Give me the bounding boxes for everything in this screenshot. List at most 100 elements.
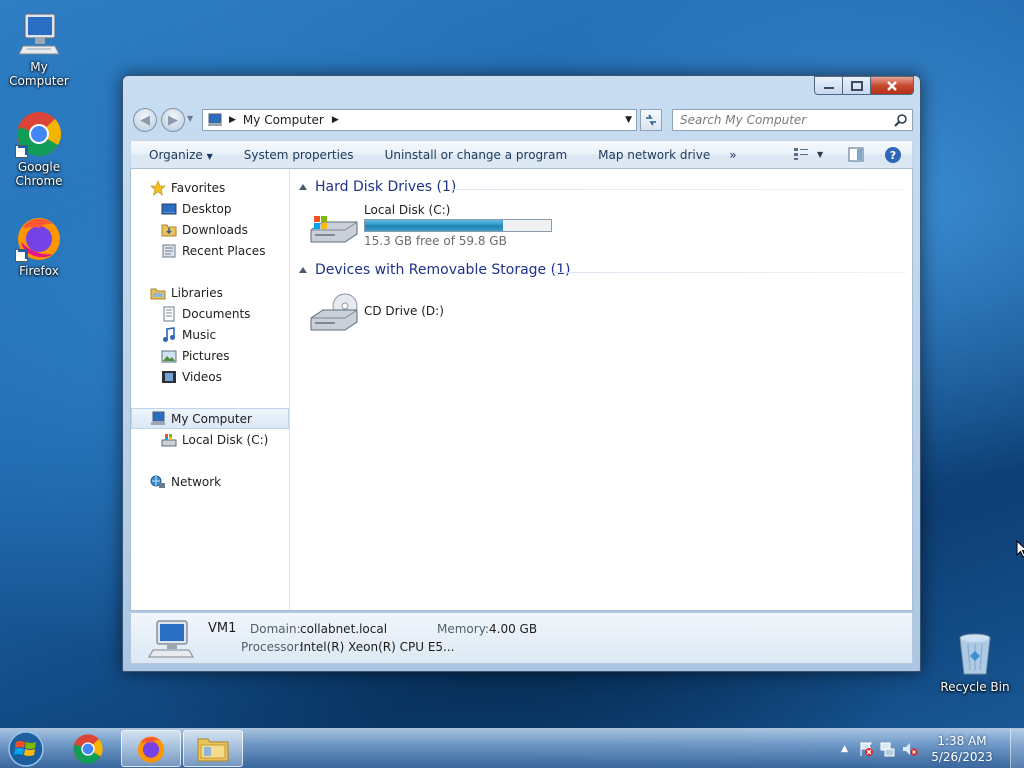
desktop-icon-label: My Computer (9, 60, 69, 88)
shortcut-arrow-icon (15, 249, 28, 262)
nav-desktop-label: Desktop (182, 201, 232, 216)
hard-drive-icon (161, 433, 177, 446)
windows-logo-icon (8, 731, 44, 767)
clock[interactable]: 1:38 AM 5/26/2023 (930, 733, 994, 765)
videos-icon (162, 370, 176, 383)
group-divider (553, 272, 906, 273)
back-button[interactable]: ◀ (133, 108, 157, 132)
breadcrumb-separator-icon[interactable]: ▶ (229, 115, 236, 125)
star-icon (150, 179, 166, 196)
forward-arrow-icon: ▶ (168, 112, 178, 128)
search-input[interactable]: Search My Computer (672, 109, 913, 131)
desktop-icon-label: Firefox (19, 264, 59, 278)
organize-button[interactable]: Organize ▼ (131, 148, 226, 162)
drive-cd-d[interactable]: CD Drive (D:) (309, 290, 444, 336)
nav-recent-places[interactable]: Recent Places (131, 240, 289, 261)
recent-places-icon (162, 244, 176, 257)
recent-pages-dropdown-icon[interactable]: ▼ (187, 114, 193, 123)
computer-icon (208, 113, 222, 126)
action-center-icon[interactable] (858, 741, 874, 757)
preview-pane-button[interactable] (848, 147, 864, 165)
drive-local-disk-c[interactable]: Local Disk (C:) 15.3 GB free of 59.8 GB (309, 203, 552, 248)
address-bar[interactable]: ▶ My Computer ▶ ▼ (202, 109, 637, 131)
chevron-down-icon: ▼ (206, 151, 213, 161)
navigation-pane: Favorites Desktop Downloads Recent Place… (131, 169, 290, 610)
view-details-icon (794, 148, 808, 160)
nav-pictures[interactable]: Pictures (131, 345, 289, 366)
desktop-icon-recycle-bin[interactable]: Recycle Bin (935, 630, 1015, 694)
taskbar-firefox[interactable] (121, 730, 181, 767)
processor-label: Processor: (241, 640, 303, 654)
address-dropdown-icon[interactable]: ▼ (625, 115, 632, 125)
nav-music[interactable]: Music (131, 324, 289, 345)
memory-label: Memory: (437, 622, 489, 636)
desktop-icon-my-computer[interactable]: My Computer (0, 10, 79, 88)
nav-libraries[interactable]: Libraries (131, 282, 289, 303)
minimize-icon (823, 86, 834, 89)
group-title: Devices with Removable Storage (1) (315, 262, 571, 278)
group-title: Hard Disk Drives (1) (315, 179, 457, 195)
address-row: ◀ ▶ ▼ ▶ My Computer ▶ ▼ Search My Comput… (131, 107, 913, 133)
start-button[interactable] (4, 731, 48, 767)
nav-desktop[interactable]: Desktop (131, 198, 289, 219)
nav-videos[interactable]: Videos (131, 366, 289, 387)
refresh-button[interactable] (640, 109, 662, 131)
nav-videos-label: Videos (182, 369, 222, 384)
search-placeholder: Search My Computer (680, 113, 807, 127)
show-desktop-button[interactable] (1010, 729, 1024, 768)
system-properties-button[interactable]: System properties (226, 148, 367, 162)
restore-icon (850, 80, 863, 91)
group-header-removable-storage[interactable]: Devices with Removable Storage (1) (299, 262, 570, 278)
firefox-icon (15, 214, 63, 262)
breadcrumb-location[interactable]: My Computer (243, 113, 324, 127)
minimize-button[interactable] (814, 76, 843, 95)
help-button[interactable]: ? (884, 146, 902, 167)
nav-downloads[interactable]: Downloads (131, 219, 289, 240)
nav-my-computer[interactable]: My Computer (131, 408, 289, 429)
volume-muted-icon[interactable] (902, 741, 918, 757)
system-tray: ▲ 1:38 AM 5/26/2023 (841, 729, 1024, 768)
clock-date: 5/26/2023 (931, 750, 993, 764)
desktop-icon-firefox[interactable]: Firefox (0, 214, 79, 278)
nav-libraries-label: Libraries (171, 285, 223, 300)
downloads-folder-icon (161, 224, 177, 236)
chevron-down-icon: ▼ (817, 149, 824, 159)
nav-music-label: Music (182, 327, 217, 342)
nav-local-disk-label: Local Disk (C:) (182, 432, 269, 447)
taskbar-chrome[interactable] (58, 730, 118, 767)
uninstall-program-button[interactable]: Uninstall or change a program (367, 148, 581, 162)
nav-documents[interactable]: Documents (131, 303, 289, 324)
drive-usage-bar (364, 219, 552, 232)
change-view-button[interactable]: ▼ (793, 147, 823, 161)
nav-network-label: Network (171, 474, 222, 489)
breadcrumb-separator-icon[interactable]: ▶ (332, 115, 339, 125)
desktop-icon-label: Recycle Bin (940, 680, 1010, 694)
nav-my-computer-label: My Computer (171, 411, 252, 426)
forward-button[interactable]: ▶ (161, 108, 185, 132)
network-status-icon[interactable] (880, 741, 896, 757)
nav-downloads-label: Downloads (182, 222, 248, 237)
computer-icon (151, 411, 165, 425)
map-network-drive-button[interactable]: Map network drive (580, 148, 723, 162)
preview-pane-icon (848, 147, 864, 162)
drive-name: Local Disk (C:) (364, 203, 451, 217)
chrome-icon (73, 733, 103, 764)
details-pane: VM1 Domain: collabnet.local Memory: 4.00… (130, 612, 913, 664)
collapse-triangle-icon (299, 184, 307, 190)
nav-local-disk[interactable]: Local Disk (C:) (131, 429, 289, 450)
nav-favorites[interactable]: Favorites (131, 177, 289, 198)
group-header-hard-disk-drives[interactable]: Hard Disk Drives (1) (299, 179, 456, 195)
help-icon: ? (885, 147, 901, 163)
close-button[interactable] (871, 76, 914, 95)
recycle-bin-icon (951, 630, 999, 678)
taskbar-explorer[interactable] (183, 730, 243, 767)
search-icon[interactable] (894, 113, 908, 127)
more-commands-button[interactable]: » (723, 148, 749, 162)
drive-usage-fill (365, 220, 504, 231)
desktop-icon-chrome[interactable]: Google Chrome (0, 110, 79, 188)
processor-value: Intel(R) Xeon(R) CPU E5... (300, 640, 455, 654)
computer-name: VM1 (208, 621, 237, 636)
nav-network[interactable]: Network (131, 471, 289, 492)
maximize-button[interactable] (843, 76, 871, 95)
show-hidden-icons-button[interactable]: ▲ (841, 744, 848, 754)
